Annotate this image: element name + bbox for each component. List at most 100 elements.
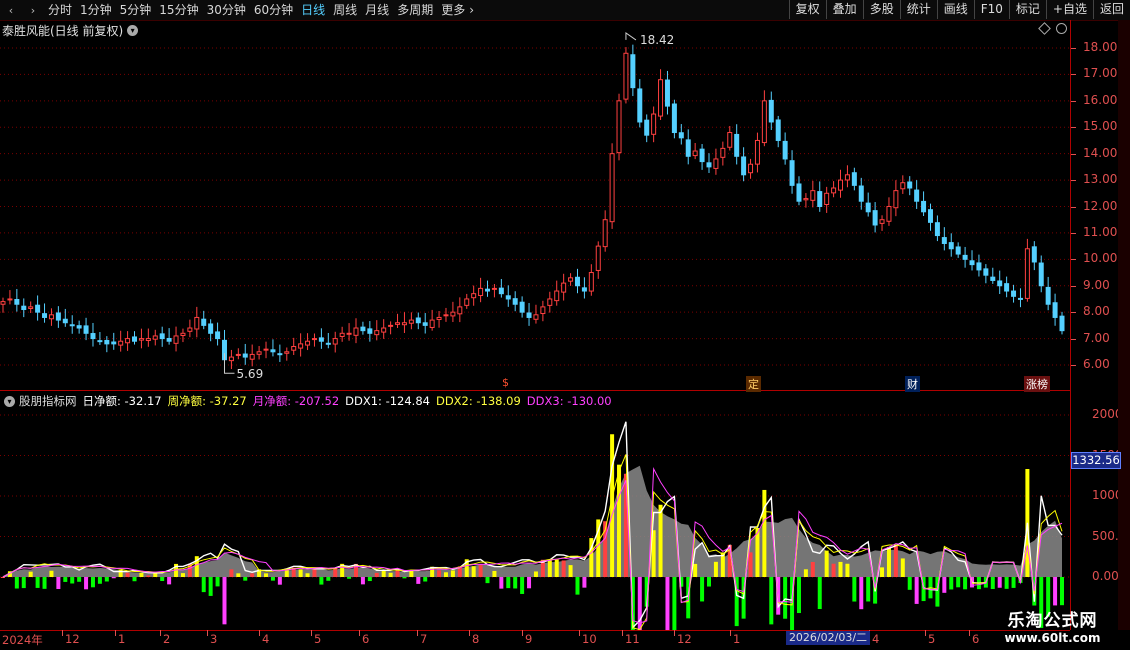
candle-body[interactable] (796, 183, 802, 202)
candle-body[interactable] (990, 276, 996, 281)
candle-body[interactable] (609, 153, 615, 223)
candle-body[interactable] (983, 268, 989, 276)
candle-body[interactable] (505, 295, 511, 300)
candle-body[interactable] (256, 351, 262, 355)
candle-body[interactable] (215, 331, 221, 340)
candle-body[interactable] (14, 298, 20, 305)
candle-body[interactable] (699, 148, 705, 163)
candle-body[interactable] (893, 190, 899, 209)
candle-body[interactable] (145, 338, 151, 342)
candle-body[interactable] (658, 79, 664, 117)
candle-body[interactable] (782, 140, 788, 160)
candle-body[interactable] (948, 242, 954, 250)
event-marker-ding[interactable]: 定 (746, 376, 761, 392)
candle-body[interactable] (561, 282, 567, 293)
candle-body[interactable] (914, 189, 920, 202)
toolbar-button-0[interactable]: 复权 (788, 0, 826, 19)
kline-chart[interactable]: 18.42 5.69 (0, 20, 1070, 630)
candle-body[interactable] (741, 156, 747, 176)
candle-body[interactable] (927, 209, 933, 223)
candle-body[interactable] (263, 348, 269, 351)
candle-body[interactable] (685, 139, 691, 157)
candle-body[interactable] (346, 332, 352, 335)
candle-body[interactable] (851, 172, 857, 186)
toolbar-button-1[interactable]: 叠加 (825, 0, 863, 19)
candle-body[interactable] (554, 290, 560, 302)
candle-body[interactable] (865, 202, 871, 213)
candle-body[interactable] (720, 147, 726, 158)
candle-body[interactable] (401, 322, 407, 326)
period-tab-7[interactable]: 周线 (329, 0, 361, 20)
candle-body[interactable] (879, 219, 885, 224)
candle-body[interactable] (900, 182, 906, 190)
candle-body[interactable] (90, 333, 96, 340)
candle-body[interactable] (761, 100, 767, 144)
candle-body[interactable] (395, 322, 401, 325)
candle-body[interactable] (1059, 315, 1065, 332)
candle-body[interactable] (969, 260, 975, 266)
candle-body[interactable] (637, 88, 643, 123)
period-tab-9[interactable]: 多周期 (393, 0, 437, 20)
candle-body[interactable] (325, 342, 331, 345)
candle-body[interactable] (228, 356, 234, 362)
toolbar-button-6[interactable]: 标记 (1008, 0, 1046, 19)
candle-body[interactable] (803, 198, 809, 201)
candle-body[interactable] (381, 327, 387, 333)
candle-body[interactable] (104, 339, 110, 345)
candle-body[interactable] (692, 150, 698, 157)
nav-back-icon[interactable]: ‹ (0, 0, 22, 20)
candle-body[interactable] (872, 210, 878, 226)
candle-body[interactable] (595, 245, 601, 271)
period-tab-10[interactable]: 更多 (437, 0, 469, 20)
candle-body[interactable] (180, 332, 186, 336)
candle-body[interactable] (353, 327, 359, 336)
period-tab-0[interactable]: 分时 (44, 0, 76, 20)
candle-body[interactable] (125, 338, 131, 344)
indicator-name[interactable]: 股朋指标网 (19, 393, 77, 409)
candle-body[interactable] (97, 340, 103, 343)
candle-body[interactable] (602, 219, 608, 248)
candle-body[interactable] (512, 298, 518, 305)
candle-body[interactable] (235, 353, 241, 356)
candle-body[interactable] (48, 314, 54, 320)
candle-body[interactable] (886, 206, 892, 222)
candle-body[interactable] (533, 314, 539, 320)
candle-body[interactable] (270, 349, 276, 353)
candle-body[interactable] (1017, 297, 1023, 300)
period-tab-3[interactable]: 15分钟 (155, 0, 202, 20)
candle-body[interactable] (789, 160, 795, 186)
candle-body[interactable] (844, 174, 850, 181)
candle-body[interactable] (1031, 246, 1037, 263)
candle-body[interactable] (21, 305, 27, 311)
candle-body[interactable] (671, 103, 677, 134)
candle-body[interactable] (436, 316, 442, 320)
candle-body[interactable] (443, 314, 449, 317)
candle-body[interactable] (118, 340, 124, 346)
candle-body[interactable] (298, 343, 304, 349)
candle-body[interactable] (83, 325, 89, 334)
candle-body[interactable] (519, 301, 525, 313)
candle-body[interactable] (55, 312, 61, 321)
candle-body[interactable] (422, 322, 428, 326)
candle-body[interactable] (76, 325, 82, 329)
candle-body[interactable] (159, 333, 165, 340)
candle-body[interactable] (581, 287, 587, 292)
toolbar-button-2[interactable]: 多股 (862, 0, 900, 19)
candle-body[interactable] (311, 338, 317, 341)
candle-body[interactable] (339, 332, 345, 337)
candle-body[interactable] (429, 319, 435, 328)
candle-body[interactable] (7, 298, 13, 301)
candle-body[interactable] (526, 312, 532, 318)
candle-body[interactable] (644, 119, 650, 136)
candle-body[interactable] (574, 276, 580, 287)
candle-body[interactable] (305, 340, 311, 346)
candle-body[interactable] (706, 162, 712, 168)
period-tab-1[interactable]: 1分钟 (76, 0, 116, 20)
more-arrow-icon[interactable]: › (469, 0, 478, 20)
toolbar-button-5[interactable]: F10 (973, 0, 1009, 19)
candle-body[interactable] (1011, 290, 1017, 297)
candle-body[interactable] (471, 293, 477, 299)
candle-body[interactable] (768, 99, 774, 123)
candle-body[interactable] (415, 317, 421, 324)
candle-body[interactable] (69, 324, 75, 327)
